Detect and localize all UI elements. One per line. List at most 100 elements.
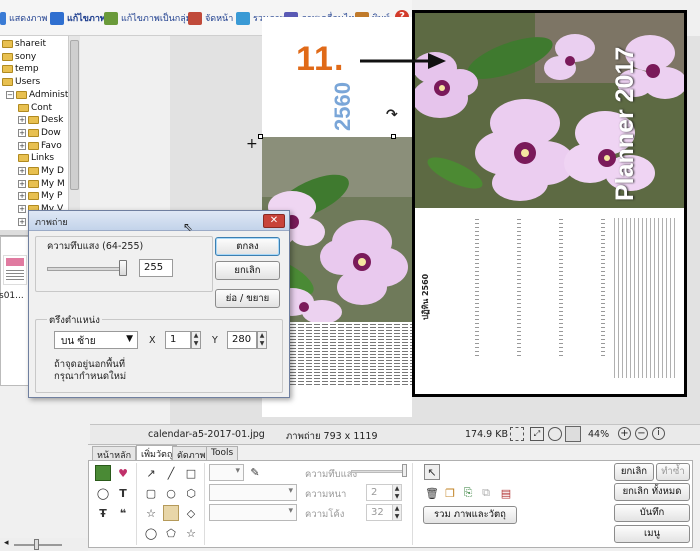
toolbar-item-layout[interactable]: จัดหน้า — [188, 10, 233, 26]
x-stepper[interactable]: ▲ ▼ — [191, 331, 201, 349]
opacity-input[interactable]: 255 — [139, 259, 173, 277]
tree-item[interactable]: + My M — [18, 178, 65, 190]
object-opacity-slider[interactable] — [351, 470, 407, 473]
actual-size-icon[interactable]: ⤢ — [530, 427, 544, 441]
ok-button[interactable]: ตกลง — [215, 237, 280, 256]
folder-icon — [16, 90, 27, 99]
opacity-slider-track[interactable] — [47, 267, 127, 271]
ellipse-tool-icon[interactable]: ○ — [163, 485, 179, 501]
resize-button[interactable]: ย่อ / ขยาย — [215, 289, 280, 308]
tilt-stepper[interactable]: ▲ ▼ — [392, 504, 402, 521]
circle-fill-icon[interactable]: ◯ — [143, 525, 159, 541]
scroll-thumb[interactable] — [70, 40, 79, 190]
tree-item[interactable]: + My D — [18, 165, 64, 177]
y-stepper[interactable]: ▲ ▼ — [257, 331, 267, 349]
photo-dialog: ภาพถ่าย ✕ ความทึบแสง (64-255) 255 ตกลง ย… — [28, 210, 290, 398]
expand-toggle-icon[interactable]: + — [18, 128, 26, 137]
fit-screen-icon[interactable] — [510, 427, 524, 441]
copy-icon[interactable]: ❐ — [442, 485, 458, 501]
info-icon[interactable]: i — [652, 427, 665, 440]
tree-item[interactable]: Cont — [18, 102, 52, 114]
menu-button[interactable]: เมนู — [614, 525, 690, 543]
resize-handle[interactable] — [391, 134, 396, 139]
close-button[interactable]: ✕ — [263, 214, 285, 228]
merge-button[interactable]: รวม ภาพและวัตถุ — [423, 506, 517, 524]
tree-item[interactable]: − Administ — [6, 89, 68, 101]
toolbar-item-edit[interactable]: แก้ไขภาพ — [50, 10, 106, 26]
pointer-tool-icon[interactable]: ↖ — [424, 464, 440, 480]
save-button[interactable]: บันทึก — [614, 504, 690, 522]
tree-item[interactable]: + Favo — [18, 140, 62, 152]
cancel-button[interactable]: ยกเลิก — [215, 261, 280, 280]
zoom-out-icon[interactable]: − — [635, 427, 648, 440]
dialog-titlebar[interactable]: ภาพถ่าย ✕ — [29, 211, 289, 231]
expand-toggle-icon[interactable]: + — [18, 179, 26, 188]
zoom-in-icon[interactable]: + — [618, 427, 631, 440]
cancel-all-button[interactable]: ยกเลิก ทั้งหมด — [614, 483, 690, 501]
opacity-slider-thumb[interactable] — [119, 260, 127, 276]
speech-bubble-icon[interactable]: ◯ — [95, 485, 111, 501]
paste-icon[interactable]: ⎘ — [460, 485, 476, 501]
image-tool-icon[interactable] — [95, 465, 111, 481]
fill-rect-icon[interactable] — [163, 505, 179, 521]
line-style-select[interactable] — [209, 504, 297, 521]
expand-toggle-icon[interactable]: + — [18, 205, 26, 214]
tree-item[interactable]: + My P — [18, 190, 62, 202]
x-input[interactable]: 1 — [165, 331, 191, 349]
heart-icon[interactable]: ♥ — [115, 465, 131, 481]
quote-icon[interactable]: ❝ — [115, 505, 131, 521]
cut-icon[interactable]: ⧉ — [478, 485, 494, 501]
tab-crop[interactable]: ตัดภาพ — [172, 446, 211, 461]
text-style-icon[interactable]: Ŧ — [95, 505, 111, 521]
zoom-slider-thumb[interactable] — [34, 539, 39, 550]
zoom-fit-icon[interactable] — [548, 427, 562, 441]
hexagon-icon[interactable]: ⬡ — [183, 485, 199, 501]
color-picker[interactable] — [209, 464, 244, 481]
line-tool-icon[interactable]: ╱ — [163, 465, 179, 481]
rotate-handle-icon[interactable]: ↷ — [386, 107, 398, 123]
tab-home[interactable]: หน้าหลัก — [92, 446, 137, 461]
tree-item[interactable]: sony — [2, 51, 36, 63]
expand-toggle-icon[interactable]: − — [6, 90, 14, 99]
tab-tools[interactable]: Tools — [206, 446, 239, 460]
tree-item[interactable]: + Desk — [18, 114, 63, 126]
tree-item[interactable]: Links — [18, 152, 54, 164]
position-select[interactable]: บน ซ้าย ▼ — [54, 331, 138, 349]
eyedropper-icon[interactable]: ✎ — [247, 464, 263, 480]
tree-item[interactable]: shareit — [2, 38, 46, 50]
star-small-icon[interactable]: ☆ — [183, 525, 199, 541]
diamond-icon[interactable]: ◇ — [183, 505, 199, 521]
toolbar-item-batch[interactable]: แก้ไขภาพเป็นกลุ่ม — [104, 10, 192, 26]
object-tools: ♥ ◯ T Ŧ ❝ ↗ ╱ □ ▢ ○ ⬡ ☆ ◇ ◯ ⬠ ☆ ✎ ความทึ… — [88, 460, 693, 548]
pentagon-icon[interactable]: ⬠ — [163, 525, 179, 541]
rounded-rect-icon[interactable]: ▢ — [143, 485, 159, 501]
thickness-stepper[interactable]: ▲ ▼ — [392, 484, 402, 501]
object-opacity-thumb[interactable] — [402, 464, 407, 477]
expand-toggle-icon[interactable]: + — [18, 167, 26, 175]
expand-toggle-icon[interactable]: + — [18, 141, 26, 150]
zoom-out-small-icon[interactable]: ◂ — [4, 538, 9, 548]
zoom-area-icon[interactable] — [565, 426, 581, 442]
delete-icon[interactable]: 🗑 — [424, 485, 440, 501]
tilt-label: ความโค้ง — [305, 509, 345, 520]
arrow-tool-icon[interactable]: ↗ — [143, 465, 159, 481]
text-tool-icon[interactable]: T — [115, 485, 131, 501]
thumbnail-image[interactable] — [3, 255, 27, 285]
style-select[interactable] — [209, 484, 297, 501]
cancel-button[interactable]: ยกเลิก — [614, 463, 654, 481]
tree-item[interactable]: temp — [2, 63, 39, 75]
expand-toggle-icon[interactable]: + — [18, 116, 26, 125]
y-input[interactable]: 280 — [227, 331, 257, 349]
tree-scrollbar[interactable] — [68, 36, 80, 230]
expand-toggle-icon[interactable]: + — [18, 217, 26, 226]
tree-item[interactable]: + Dow — [18, 127, 61, 139]
redo-button[interactable]: ทำซ้ำ — [656, 463, 690, 481]
toolbar-item-show[interactable]: แสดงภาพ — [0, 10, 47, 26]
expand-toggle-icon[interactable]: + — [18, 192, 26, 201]
star-icon[interactable]: ☆ — [143, 505, 159, 521]
layer-icon[interactable]: ▤ — [498, 485, 514, 501]
rectangle-tool-icon[interactable]: □ — [183, 465, 199, 481]
tree-item[interactable]: Users — [2, 76, 40, 88]
resize-handle[interactable] — [258, 134, 263, 139]
hint-line-2: กรุณากำหนดใหม่ — [54, 371, 127, 382]
